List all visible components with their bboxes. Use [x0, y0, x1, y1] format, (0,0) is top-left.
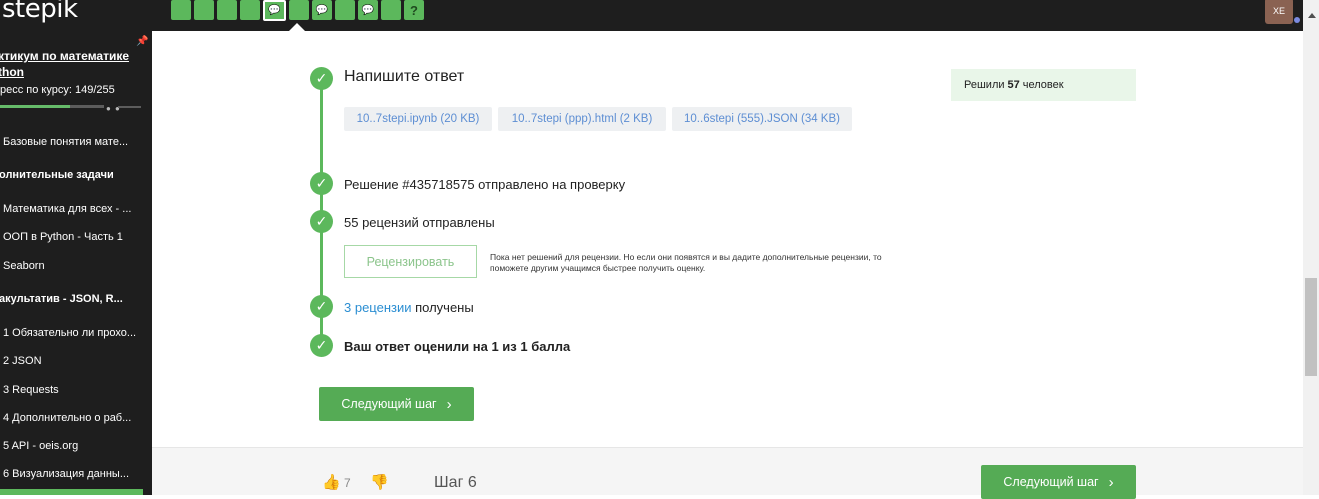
- course-progress-label: ресс по курсу: 149/255: [0, 84, 115, 96]
- notification-dot: [1294, 17, 1300, 23]
- next-step-label: Следующий шаг: [341, 397, 437, 411]
- chevron-right-icon: ›: [1108, 473, 1114, 491]
- like-count: 7: [344, 476, 351, 490]
- thumbs-up-icon[interactable]: 👍: [322, 473, 341, 491]
- stepik-logo[interactable]: stepik: [2, 0, 78, 24]
- reviews-received-suffix: получены: [411, 300, 474, 315]
- chevron-right-icon: ›: [446, 395, 452, 413]
- sidebar-item[interactable]: 3 Requests: [3, 384, 59, 396]
- solved-count-box: Решили 57 человек: [951, 69, 1136, 101]
- step-tile[interactable]: [381, 0, 401, 20]
- review-note: Пока нет решений для рецензии. Но если о…: [490, 252, 882, 273]
- step-discussion-icon[interactable]: 💬: [263, 0, 286, 21]
- reviews-received-status: 3 рецензии получены: [344, 300, 474, 315]
- page-title: Напишите ответ: [344, 68, 465, 85]
- file-download-button[interactable]: 10..6stepi (555).JSON (34 KB): [672, 107, 852, 131]
- sidebar-item[interactable]: 6 Визуализация данны...: [3, 468, 129, 480]
- sidebar-item[interactable]: 5 API - oeis.org: [3, 440, 78, 452]
- step-discussion-icon[interactable]: 💬: [312, 0, 332, 20]
- course-title-line: thon: [0, 65, 24, 79]
- pin-icon[interactable]: 📌: [136, 36, 148, 47]
- page-scrollbar[interactable]: [1303, 0, 1319, 495]
- submission-status: Решение #435718575 отправлено на проверк…: [344, 177, 626, 192]
- scroll-up-icon[interactable]: [1308, 13, 1316, 18]
- check-icon: ✓: [310, 172, 333, 195]
- avatar[interactable]: XE: [1265, 0, 1293, 24]
- check-icon: ✓: [310, 334, 333, 357]
- sidebar-section-title[interactable]: акультатив - JSON, R...: [0, 293, 123, 305]
- sidebar-item[interactable]: Математика для всех - ...: [3, 203, 131, 215]
- sidebar-item[interactable]: 2 JSON: [3, 355, 42, 367]
- review-button[interactable]: Рецензировать: [344, 245, 477, 278]
- course-title[interactable]: ктикум по математике thon: [0, 48, 129, 80]
- reviews-sent-status: 55 рецензий отправлены: [344, 215, 495, 230]
- solved-suffix: человек: [1022, 79, 1064, 91]
- check-icon: ✓: [310, 210, 333, 233]
- next-step-button[interactable]: Следующий шаг ›: [319, 387, 474, 421]
- sidebar-item[interactable]: ООП в Python - Часть 1: [3, 231, 123, 243]
- step-tile[interactable]: [289, 0, 309, 20]
- progress-divider: [118, 106, 141, 108]
- step-tile[interactable]: [194, 0, 214, 20]
- step-tile[interactable]: [217, 0, 237, 20]
- footer-next-step-button[interactable]: Следующий шаг ›: [981, 465, 1136, 499]
- step-tile[interactable]: [240, 0, 260, 20]
- sidebar-item[interactable]: Seaborn: [3, 260, 45, 272]
- sidebar-item[interactable]: 1 Обязательно ли прохо...: [3, 327, 136, 339]
- sidebar-active-item[interactable]: [0, 489, 143, 495]
- step-quiz-icon[interactable]: ?: [404, 0, 424, 20]
- file-download-button[interactable]: 10..7stepi (ppp).html (2 KB): [498, 107, 666, 131]
- solved-count: 57: [1007, 79, 1020, 91]
- sidebar-section-title[interactable]: олнительные задачи: [0, 169, 114, 181]
- sidebar-item[interactable]: 4 Дополнительно о раб...: [3, 412, 131, 424]
- scrollbar-thumb[interactable]: [1305, 278, 1317, 376]
- step-label: Шаг 6: [434, 474, 477, 491]
- course-progress-bar: [0, 105, 104, 108]
- check-icon: ✓: [310, 295, 333, 318]
- solved-prefix: Решили: [964, 79, 1005, 91]
- step-tile[interactable]: [171, 0, 191, 20]
- course-sidebar: 📌 ктикум по математике thon ресс по курс…: [0, 31, 152, 495]
- course-title-line: ктикум по математике: [0, 49, 130, 63]
- file-download-button[interactable]: 10..7stepi.ipynb (20 KB): [344, 107, 492, 131]
- top-bar: stepik 💬 💬 💬? XE: [0, 0, 1303, 31]
- reviews-received-link[interactable]: 3 рецензии: [344, 300, 412, 315]
- step-navigation: 💬 💬 💬?: [171, 0, 427, 21]
- course-progress-fill: [0, 105, 71, 108]
- sidebar-item[interactable]: Базовые понятия мате...: [3, 136, 128, 148]
- thumbs-down-icon[interactable]: 👎: [370, 473, 389, 491]
- step-discussion-icon[interactable]: 💬: [358, 0, 378, 20]
- score-status: Ваш ответ оценили на 1 из 1 балла: [344, 339, 571, 354]
- active-step-pointer: [289, 23, 305, 31]
- check-icon: ✓: [310, 67, 333, 90]
- step-tile[interactable]: [335, 0, 355, 20]
- next-step-label: Следующий шаг: [1003, 475, 1099, 489]
